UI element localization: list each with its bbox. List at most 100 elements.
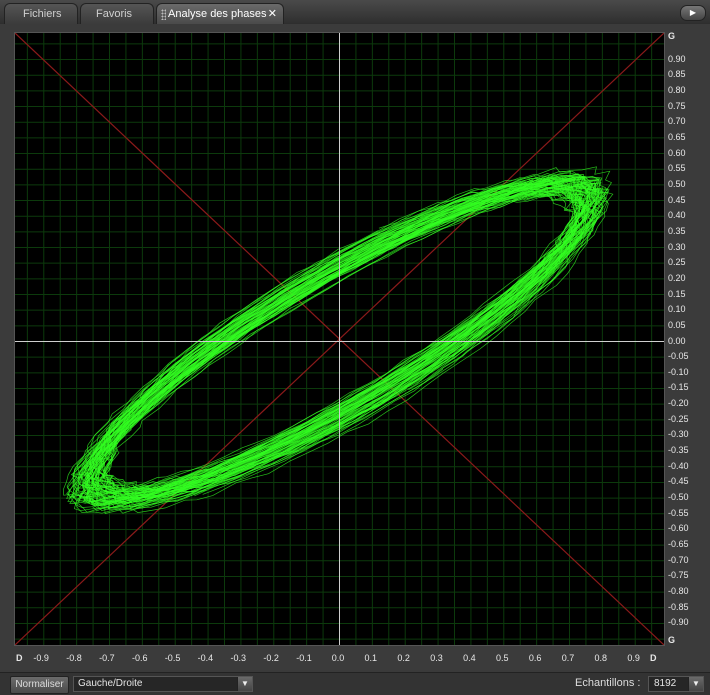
samples-value: 8192 xyxy=(654,678,677,689)
y-tick-label: 0.00 xyxy=(668,335,686,346)
y-tick-label: -0.20 xyxy=(668,398,689,409)
y-tick-label: -0.35 xyxy=(668,445,689,456)
trace-line xyxy=(86,187,586,507)
x-axis-labels: D -0.9 -0.8 -0.7 -0.6 -0.5 -0.4 -0.3 -0.2 -0.1 0.… xyxy=(0,646,710,670)
trace-line xyxy=(88,182,592,504)
trace-line xyxy=(84,185,604,509)
trace-line xyxy=(105,190,589,499)
x-axis-left-label: D xyxy=(16,653,23,663)
x-tick-label: -0.7 xyxy=(99,653,115,663)
y-tick-label: -0.50 xyxy=(668,492,689,503)
grip-icon[interactable] xyxy=(161,9,166,20)
x-tick-label: -0.6 xyxy=(131,653,148,663)
status-bar: Normaliser Gauche/Droite ▼ Echantillons … xyxy=(0,672,710,695)
tab-label: Favoris xyxy=(96,8,133,20)
y-tick-label: -0.40 xyxy=(668,460,689,471)
y-axis-bottom-label: G xyxy=(668,635,676,645)
trace-line xyxy=(73,174,609,503)
tab-favoris[interactable]: Favoris xyxy=(80,3,154,24)
trace-line xyxy=(66,178,597,504)
trace-line xyxy=(96,194,574,495)
y-tick-label: 0.05 xyxy=(668,319,686,330)
y-tick-label: 0.70 xyxy=(668,116,686,127)
trace-line xyxy=(87,181,600,511)
x-tick-label: 0.0 xyxy=(331,653,345,663)
normalize-button[interactable]: Normaliser xyxy=(10,676,69,694)
y-tick-label: -0.65 xyxy=(668,539,689,550)
y-tick-label: 0.15 xyxy=(668,288,686,299)
trace-line xyxy=(74,173,596,505)
y-tick-label: -0.70 xyxy=(668,554,689,565)
chevron-down-icon[interactable]: ▼ xyxy=(688,677,703,691)
trace-line xyxy=(79,175,591,499)
x-tick-label: -0.8 xyxy=(66,653,82,663)
trace-line xyxy=(95,184,593,492)
y-tick-label: 0.20 xyxy=(668,272,686,283)
trace-line xyxy=(83,173,610,503)
tab-label: Fichiers xyxy=(23,8,62,20)
y-tick-label: 0.10 xyxy=(668,304,686,315)
y-tick-label: 0.55 xyxy=(668,163,686,174)
trace-line xyxy=(80,180,594,510)
trace-line xyxy=(94,185,603,513)
tab-label: Analyse des phases xyxy=(168,8,267,20)
y-tick-label: -0.45 xyxy=(668,476,689,487)
y-tick-label: 0.60 xyxy=(668,147,686,158)
x-tick-label: -0.4 xyxy=(197,653,214,663)
y-tick-label: -0.30 xyxy=(668,429,689,440)
trace-line xyxy=(86,186,580,500)
x-axis-right-label: D xyxy=(650,653,657,663)
channel-mode-value: Gauche/Droite xyxy=(78,678,143,689)
trace-line xyxy=(104,187,585,491)
y-tick-label: 0.45 xyxy=(668,194,686,205)
y-tick-label: 0.65 xyxy=(668,131,686,142)
phase-scope-svg xyxy=(15,33,664,645)
trace-line xyxy=(83,176,591,494)
y-tick-label: 0.50 xyxy=(668,178,686,189)
samples-select[interactable]: 8192 ▼ xyxy=(648,676,704,692)
trace-line xyxy=(90,189,584,497)
y-tick-label: 0.85 xyxy=(668,69,686,80)
trace-line xyxy=(78,175,594,505)
x-tick-label: -0.9 xyxy=(33,653,49,663)
trace-line xyxy=(101,189,587,499)
play-arrow-icon[interactable]: ▶ xyxy=(680,5,706,21)
channel-mode-select[interactable]: Gauche/Droite ▼ xyxy=(73,676,253,692)
trace-line xyxy=(85,177,604,505)
trace-line xyxy=(74,187,598,509)
tab-bar: Fichiers Favoris Analyse des phases ✕ ▶ xyxy=(0,0,710,25)
y-tick-label: -0.85 xyxy=(668,601,689,612)
trace-line xyxy=(97,187,589,499)
chevron-down-icon[interactable]: ▼ xyxy=(237,677,252,691)
y-tick-label: -0.55 xyxy=(668,507,689,518)
y-tick-label: 0.80 xyxy=(668,84,686,95)
x-tick-label: -0.3 xyxy=(230,653,247,663)
trace-line xyxy=(81,189,586,504)
y-tick-label: 0.90 xyxy=(668,53,686,64)
samples-label: Echantillons : xyxy=(575,677,641,689)
trace-line xyxy=(97,179,591,498)
trace-line xyxy=(67,179,606,512)
trace-line xyxy=(99,184,589,492)
trace-line xyxy=(67,178,603,514)
y-tick-label: 0.25 xyxy=(668,257,686,268)
y-tick-label: -0.90 xyxy=(668,617,689,628)
x-tick-label: -0.2 xyxy=(263,653,279,663)
y-tick-label: -0.80 xyxy=(668,586,689,597)
x-tick-label: -0.5 xyxy=(164,653,181,663)
trace-line xyxy=(93,194,584,501)
close-icon[interactable]: ✕ xyxy=(268,4,277,25)
trace-line xyxy=(77,170,600,503)
x-tick-label: 0.9 xyxy=(627,653,640,663)
trace-line xyxy=(81,177,608,501)
tab-analyse-des-phases[interactable]: Analyse des phases ✕ xyxy=(156,3,284,24)
y-tick-label: -0.60 xyxy=(668,523,689,534)
trace-line xyxy=(94,187,590,504)
y-tick-label: -0.15 xyxy=(668,382,689,393)
trace-line xyxy=(66,178,602,507)
tab-fichiers[interactable]: Fichiers xyxy=(4,3,78,24)
x-tick-label: -0.1 xyxy=(296,653,312,663)
x-tick-label: 0.3 xyxy=(430,653,443,663)
y-tick-label: -0.25 xyxy=(668,413,689,424)
trace-line xyxy=(91,179,583,491)
